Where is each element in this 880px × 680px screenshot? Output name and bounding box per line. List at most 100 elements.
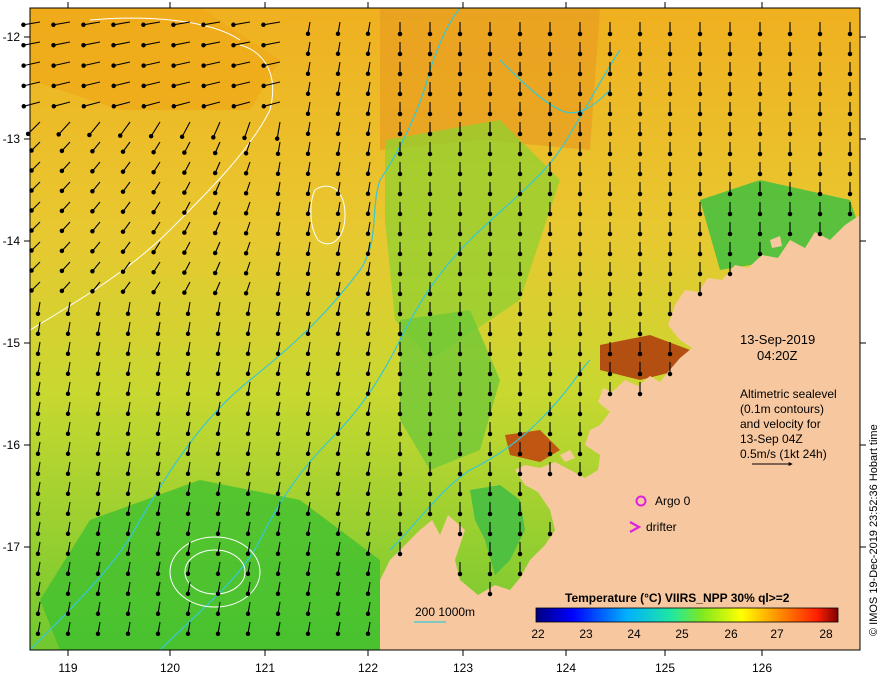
velocity-arrowhead [65,371,71,377]
velocity-arrowhead [517,351,523,357]
velocity-arrowhead [397,451,403,457]
velocity-arrowhead [305,31,311,37]
velocity-arrowhead [427,331,433,337]
velocity-arrowhead [397,91,403,97]
velocity-arrowhead [35,551,41,557]
velocity-arrowhead [607,231,613,237]
velocity-arrowhead [697,51,703,57]
velocity-arrowhead [365,591,371,597]
velocity-arrowhead [125,391,131,397]
velocity-arrowhead [427,31,433,37]
velocity-arrowhead [487,571,493,577]
velocity-arrowhead [335,131,341,137]
velocity-arrowhead [95,531,101,537]
velocity-arrowhead [243,151,249,156]
velocity-arrowhead [335,311,341,317]
velocity-arrowhead [212,150,218,156]
velocity-arrowhead [547,371,553,377]
velocity-arrowhead [335,471,341,477]
velocity-arrowhead [607,251,613,257]
velocity-arrowhead [697,171,703,177]
velocity-arrowhead [487,591,493,597]
velocity-arrowhead [275,571,281,577]
velocity-arrowhead [757,131,763,137]
velocity-arrowhead [637,71,643,77]
velocity-arrowhead [817,51,823,57]
velocity-arrowhead [185,391,191,397]
velocity-arrowhead [547,31,553,37]
velocity-arrowhead [65,591,71,597]
velocity-arrowhead [125,431,131,437]
velocity-arrowhead [457,431,463,437]
velocity-arrowhead [697,271,703,277]
velocity-arrowhead [365,31,371,37]
velocity-arrowhead [577,91,583,97]
velocity-arrowhead [275,271,281,277]
velocity-arrowhead [365,391,371,397]
velocity-arrowhead [95,571,101,577]
velocity-arrowhead [185,431,191,437]
velocity-arrowhead [335,151,341,157]
velocity-arrowhead [577,331,583,337]
velocity-arrowhead [305,231,311,237]
velocity-arrowhead [151,249,156,255]
velocity-arrowhead [215,411,221,417]
colorbar-gradient [535,607,839,623]
velocity-arrowhead [607,211,613,217]
velocity-arrowhead [457,531,463,537]
velocity-arrowhead [111,63,116,68]
velocity-arrowhead [637,251,643,257]
velocity-arrowhead [757,31,763,37]
velocity-arrowhead [607,371,613,377]
velocity-arrowhead [212,190,218,196]
velocity-arrowhead [179,134,185,140]
velocity-arrowhead [215,351,221,357]
velocity-arrowhead [215,371,221,377]
velocity-arrowhead [517,551,523,557]
velocity-arrowhead [727,91,733,97]
velocity-arrowhead [95,591,101,597]
colorbar-label: 24 [627,627,641,641]
velocity-arrowhead [637,191,643,197]
velocity-arrowhead [185,591,191,597]
velocity-arrowhead [667,271,673,277]
velocity-arrowhead [185,331,191,337]
velocity-arrowhead [365,491,371,497]
velocity-arrowhead [517,231,523,237]
velocity-arrowhead [517,471,523,477]
velocity-arrowhead [577,111,583,117]
lon-label: 126 [752,661,772,675]
velocity-arrowhead [787,51,793,57]
velocity-arrowhead [305,611,311,617]
velocity-arrowhead [457,351,463,357]
velocity-arrowhead [335,91,341,97]
lat-label: -14 [3,234,21,248]
lat-label: -17 [3,540,21,554]
velocity-arrowhead [59,168,65,174]
velocity-arrowhead [487,291,493,297]
velocity-arrowhead [817,231,823,237]
velocity-arrowhead [120,289,126,294]
velocity-arrowhead [65,451,71,457]
velocity-arrowhead [547,391,553,397]
velocity-arrowhead [667,171,673,177]
velocity-arrowhead [155,311,161,317]
velocity-arrowhead [667,71,673,77]
velocity-arrowhead [397,111,403,117]
velocity-arrowhead [817,171,823,177]
velocity-arrowhead [305,471,311,477]
velocity-arrowhead [120,209,126,214]
velocity-arrowhead [141,63,146,68]
velocity-arrowhead [365,551,371,557]
velocity-arrowhead [547,211,553,217]
velocity-arrowhead [365,351,371,357]
velocity-arrowhead [457,371,463,377]
velocity-arrowhead [335,391,341,397]
velocity-arrowhead [245,491,251,497]
velocity-arrowhead [547,431,553,437]
velocity-arrowhead [397,511,403,517]
velocity-arrowhead [65,411,71,417]
velocity-arrowhead [111,83,116,89]
velocity-arrowhead [637,391,643,397]
velocity-arrowhead [607,111,613,117]
